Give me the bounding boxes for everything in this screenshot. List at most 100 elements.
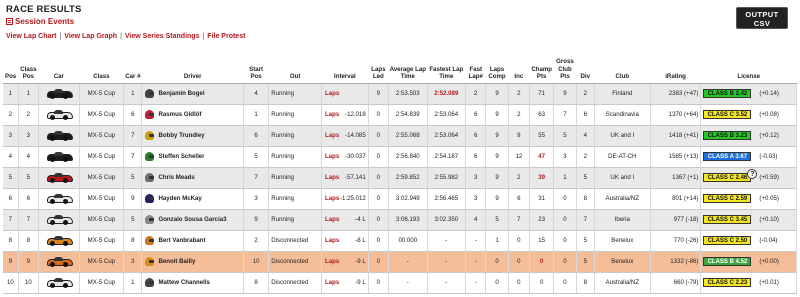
- pos-cell: 4: [3, 146, 19, 168]
- laps-link[interactable]: Laps: [325, 237, 339, 244]
- driver-name[interactable]: Gonzalo Sousa Garcia3: [158, 216, 226, 223]
- interval-cell: Laps -9 L: [321, 251, 369, 273]
- gross-club-pts-cell: 0: [553, 188, 577, 210]
- laps-link[interactable]: Laps: [325, 132, 339, 139]
- laps-link[interactable]: Laps: [325, 90, 339, 97]
- driver-name[interactable]: Mattew Channells: [158, 279, 209, 286]
- laps-led-cell: 0: [368, 146, 390, 168]
- driver-name[interactable]: Benjamin Bogel: [158, 90, 204, 97]
- table-row: 6 6 MX-5 Cup 9 Hayden McKay 3 Running Laps -1:25…: [3, 188, 797, 210]
- laps-link[interactable]: Laps: [325, 195, 339, 202]
- driver-cell[interactable]: Chris Meads: [141, 167, 244, 189]
- out-status: Disconnected: [271, 237, 309, 244]
- helmet-icon: [145, 89, 155, 98]
- table-row: 5 5 MX-5 Cup 5 Chris Meads 7 Running Laps -57.14…: [3, 167, 797, 189]
- interval-value: -30.037: [345, 153, 366, 160]
- driver-name[interactable]: Bobby Trundley: [158, 132, 204, 139]
- help-icon[interactable]: ?: [747, 169, 758, 179]
- start-pos-cell: 4: [243, 83, 270, 105]
- helmet-icon: [145, 236, 155, 245]
- irating-cell: 1332 (-86): [650, 251, 702, 273]
- car-number-cell: 8: [123, 230, 143, 252]
- driver-name[interactable]: Rasmus Gidlöf: [158, 111, 201, 118]
- car-number-cell: 7: [123, 146, 143, 168]
- car-icon: [46, 173, 73, 183]
- club-cell: Scandinavia: [594, 104, 651, 126]
- out-status: Running: [271, 216, 294, 223]
- laps-link[interactable]: Laps: [325, 174, 339, 181]
- helmet-icon: [145, 215, 155, 224]
- class-cell: MX-5 Cup: [79, 167, 125, 189]
- champ-pts-cell: 15: [529, 230, 555, 252]
- club-cell: Benelux: [594, 230, 651, 252]
- champ-pts-cell: 47: [529, 146, 555, 168]
- license-cell: CLASS C 2.59 (+0.05): [700, 188, 797, 210]
- out-status: Disconnected: [271, 258, 309, 265]
- avg-lap-cell: 2:55.068: [388, 125, 428, 147]
- license-cell: CLASS C 3.52 (+0.08): [700, 104, 797, 126]
- laps-comp-cell: 9: [485, 167, 509, 189]
- car-number-cell: 5: [123, 209, 143, 231]
- fast-lap-num-cell: -: [465, 230, 487, 252]
- column-header: Out: [268, 58, 322, 84]
- driver-cell[interactable]: Hayden McKay: [141, 188, 244, 210]
- view-lap-graph-link[interactable]: View Lap Graph: [64, 33, 117, 40]
- class-cell: MX-5 Cup: [79, 272, 125, 294]
- laps-link[interactable]: Laps: [325, 279, 339, 286]
- class-pos-cell: 6: [18, 188, 40, 210]
- table-row: 4 4 MX-5 Cup 7 Steffen Scheller 5 Running Laps -…: [3, 146, 797, 168]
- list-icon: [6, 18, 13, 25]
- driver-name[interactable]: Hayden McKay: [158, 195, 201, 202]
- driver-cell[interactable]: Benjamin Bogel: [141, 83, 244, 105]
- car-cell: [38, 188, 80, 210]
- license-badge: CLASS B 2.42: [703, 89, 752, 98]
- driver-cell[interactable]: Steffen Scheller: [141, 146, 244, 168]
- table-row: 3 3 MX-5 Cup 7 Bobby Trundley 6 Running Laps -14…: [3, 125, 797, 147]
- output-csv-button[interactable]: OUTPUT CSV: [736, 7, 788, 29]
- laps-link[interactable]: Laps: [325, 216, 339, 223]
- laps-link[interactable]: Laps: [325, 153, 339, 160]
- results-table: Pos Class Pos Car Class Car # Driver Start Pos…: [3, 58, 797, 294]
- license-cell: CLASS C 3.45 (+0.10): [700, 209, 797, 231]
- session-events-link[interactable]: Session Events: [6, 17, 82, 26]
- driver-name[interactable]: Chris Meads: [158, 174, 194, 181]
- driver-cell[interactable]: Bert Vanbrabant: [141, 230, 244, 252]
- driver-cell[interactable]: Mattew Channells: [141, 272, 244, 294]
- car-icon: [46, 278, 73, 288]
- table-row: 10 10 MX-5 Cup 1 Mattew Channells 8 Disconnect…: [3, 272, 797, 294]
- class-cell: MX-5 Cup: [79, 230, 125, 252]
- driver-name[interactable]: Steffen Scheller: [158, 153, 204, 160]
- laps-link[interactable]: Laps: [325, 258, 339, 265]
- helmet-icon: [145, 278, 155, 287]
- out-status: Running: [271, 153, 294, 160]
- class-pos-cell: 7: [18, 209, 40, 231]
- driver-cell[interactable]: Benoit Bailly: [141, 251, 244, 273]
- column-header: Driver: [141, 58, 244, 84]
- license-change: (+0.01): [759, 279, 779, 287]
- driver-cell[interactable]: Bobby Trundley: [141, 125, 244, 147]
- driver-cell[interactable]: Rasmus Gidlöf: [141, 104, 244, 126]
- car-cell: [38, 209, 80, 231]
- driver-cell[interactable]: Gonzalo Sousa Garcia3: [141, 209, 244, 231]
- view-series-standings-link[interactable]: View Series Standings: [125, 33, 200, 40]
- irating-cell: 770 (-26): [650, 230, 702, 252]
- interval-cell: Laps: [321, 83, 369, 105]
- column-header: Average Lap Time: [388, 58, 428, 84]
- driver-name[interactable]: Bert Vanbrabant: [158, 237, 205, 244]
- file-protest-link[interactable]: File Protest: [207, 33, 245, 40]
- car-cell: [38, 146, 80, 168]
- fastest-lap-cell: 2:53.064: [427, 125, 467, 147]
- view-lap-chart-link[interactable]: View Lap Chart: [6, 33, 56, 40]
- laps-comp-cell: 0: [485, 272, 509, 294]
- helmet-icon: [145, 194, 155, 203]
- output-csv-line1: OUTPUT: [745, 10, 779, 19]
- license-change: (+0.08): [759, 111, 779, 119]
- driver-name[interactable]: Benoit Bailly: [158, 258, 195, 265]
- car-icon: [46, 89, 73, 99]
- column-header: Gross Club Pts: [553, 58, 577, 84]
- club-cell: Finland: [594, 83, 651, 105]
- club-cell: Benelux: [594, 251, 651, 273]
- laps-link[interactable]: Laps: [325, 111, 339, 118]
- pos-cell: 3: [3, 125, 19, 147]
- interval-value: -14.085: [345, 132, 366, 139]
